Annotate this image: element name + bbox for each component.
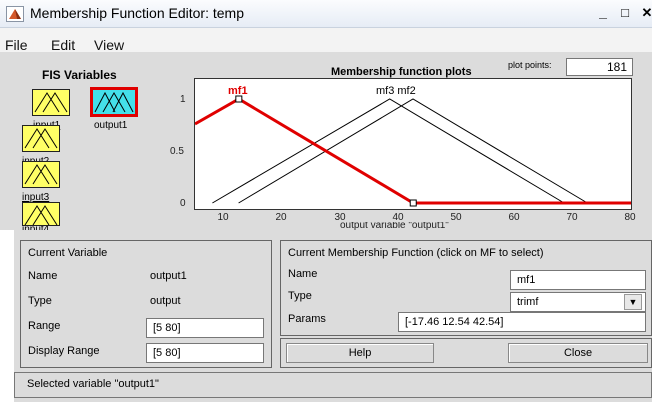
plot-points-label: plot points: (508, 60, 552, 70)
mf-curve-mf2[interactable] (238, 98, 588, 204)
menu-file[interactable]: File (5, 37, 28, 53)
x-axis-title: output variable "output1" (340, 222, 449, 230)
y-tick: 0 (180, 198, 186, 209)
status-bar: Selected variable "output1" (14, 372, 652, 398)
window-title: Membership Function Editor: temp (30, 5, 244, 21)
mf-name-label: Name (288, 268, 318, 280)
mf-shape-icon (24, 205, 58, 226)
mf-shape-icon (94, 91, 134, 113)
mf1-label[interactable]: mf1 (228, 85, 248, 97)
mf-name-input[interactable]: mf1 (510, 270, 646, 290)
input1-box[interactable] (32, 89, 70, 116)
plot-points-input[interactable]: 181 (566, 58, 633, 76)
mf-params-input[interactable]: [-17.46 12.54 42.54] (398, 312, 646, 332)
input3-box[interactable] (22, 161, 60, 188)
x-tick: 60 (508, 212, 520, 223)
var-name-label: Name (28, 270, 58, 282)
mf-shape-icon (34, 92, 68, 113)
var-type-label: Type (28, 295, 52, 307)
var-name-value: output1 (150, 270, 187, 282)
fis-variables-title: FIS Variables (42, 68, 117, 82)
x-tick: 20 (275, 212, 287, 223)
x-tick: 80 (624, 212, 636, 223)
menu-edit[interactable]: Edit (51, 37, 75, 53)
mf3-mf2-label[interactable]: mf3 mf2 (376, 85, 416, 97)
x-tick: 10 (217, 212, 229, 223)
mf-params-label: Params (288, 313, 326, 325)
output1-label: output1 (94, 120, 128, 131)
y-tick: 1 (180, 94, 186, 105)
current-mf-header: Current Membership Function (click on MF… (288, 247, 544, 259)
range-input[interactable]: [5 80] (146, 318, 264, 338)
mf-type-label: Type (288, 290, 312, 302)
help-button[interactable]: Help (286, 343, 434, 363)
close-window-button[interactable]: ✕ (636, 4, 652, 23)
x-tick: 70 (566, 212, 578, 223)
menu-view[interactable]: View (94, 37, 124, 53)
current-variable-header: Current Variable (28, 247, 108, 259)
mf-vertex-handle[interactable] (409, 199, 417, 207)
close-button[interactable]: Close (508, 343, 648, 363)
output1-box[interactable] (90, 87, 138, 117)
var-type-value: output (150, 295, 181, 307)
mf-plot-area[interactable] (194, 78, 632, 210)
display-range-input[interactable]: [5 80] (146, 343, 264, 363)
y-tick: 0.5 (170, 146, 184, 157)
mf-plot-svg[interactable] (194, 79, 631, 209)
display-range-label: Display Range (28, 345, 100, 357)
mf-shape-icon (24, 128, 58, 149)
mf-curve-mf1[interactable] (194, 97, 631, 205)
chevron-down-icon[interactable]: ▼ (624, 294, 642, 310)
mf-type-value: trimf (517, 296, 539, 308)
maximize-button[interactable]: □ (614, 4, 636, 23)
matlab-app-icon (6, 6, 24, 22)
range-label: Range (28, 320, 61, 332)
input4-box[interactable] (22, 202, 60, 226)
input2-box[interactable] (22, 125, 60, 152)
plot-title: Membership function plots (331, 66, 472, 78)
mf-shape-icon (24, 164, 58, 185)
minimize-button[interactable]: _ (592, 4, 614, 23)
